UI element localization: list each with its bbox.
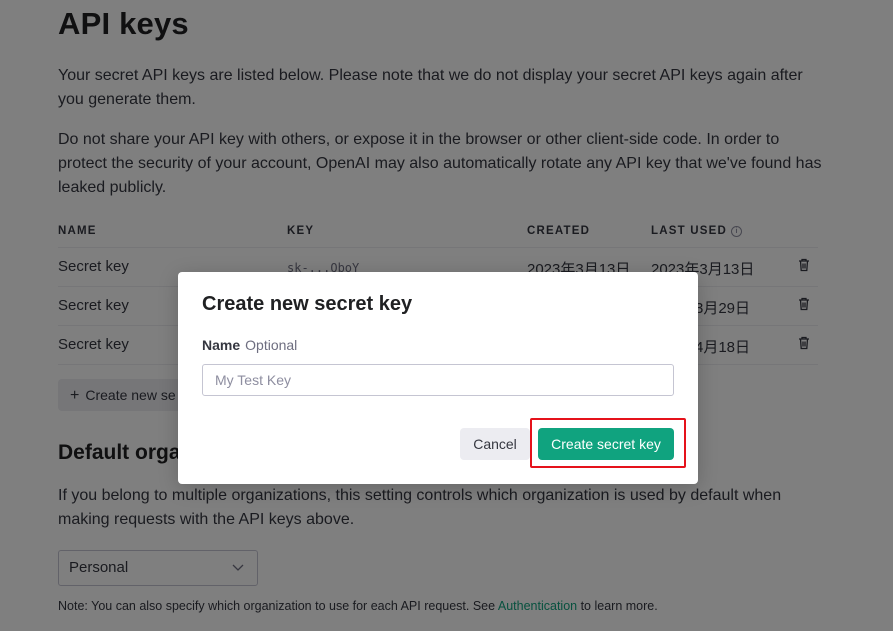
- name-label: Name: [202, 337, 241, 353]
- api-keys-page: API keys Your secret API keys are listed…: [0, 0, 893, 631]
- optional-label: Optional: [245, 337, 298, 353]
- cancel-button[interactable]: Cancel: [460, 428, 530, 460]
- dialog-title: Create new secret key: [202, 293, 413, 315]
- create-secret-key-dialog: Create new secret key NameOptional Cance…: [178, 272, 698, 484]
- name-field-label: Name Optional: [202, 337, 297, 353]
- key-name-input[interactable]: [202, 364, 674, 396]
- create-secret-key-button[interactable]: Create secret key: [538, 428, 674, 460]
